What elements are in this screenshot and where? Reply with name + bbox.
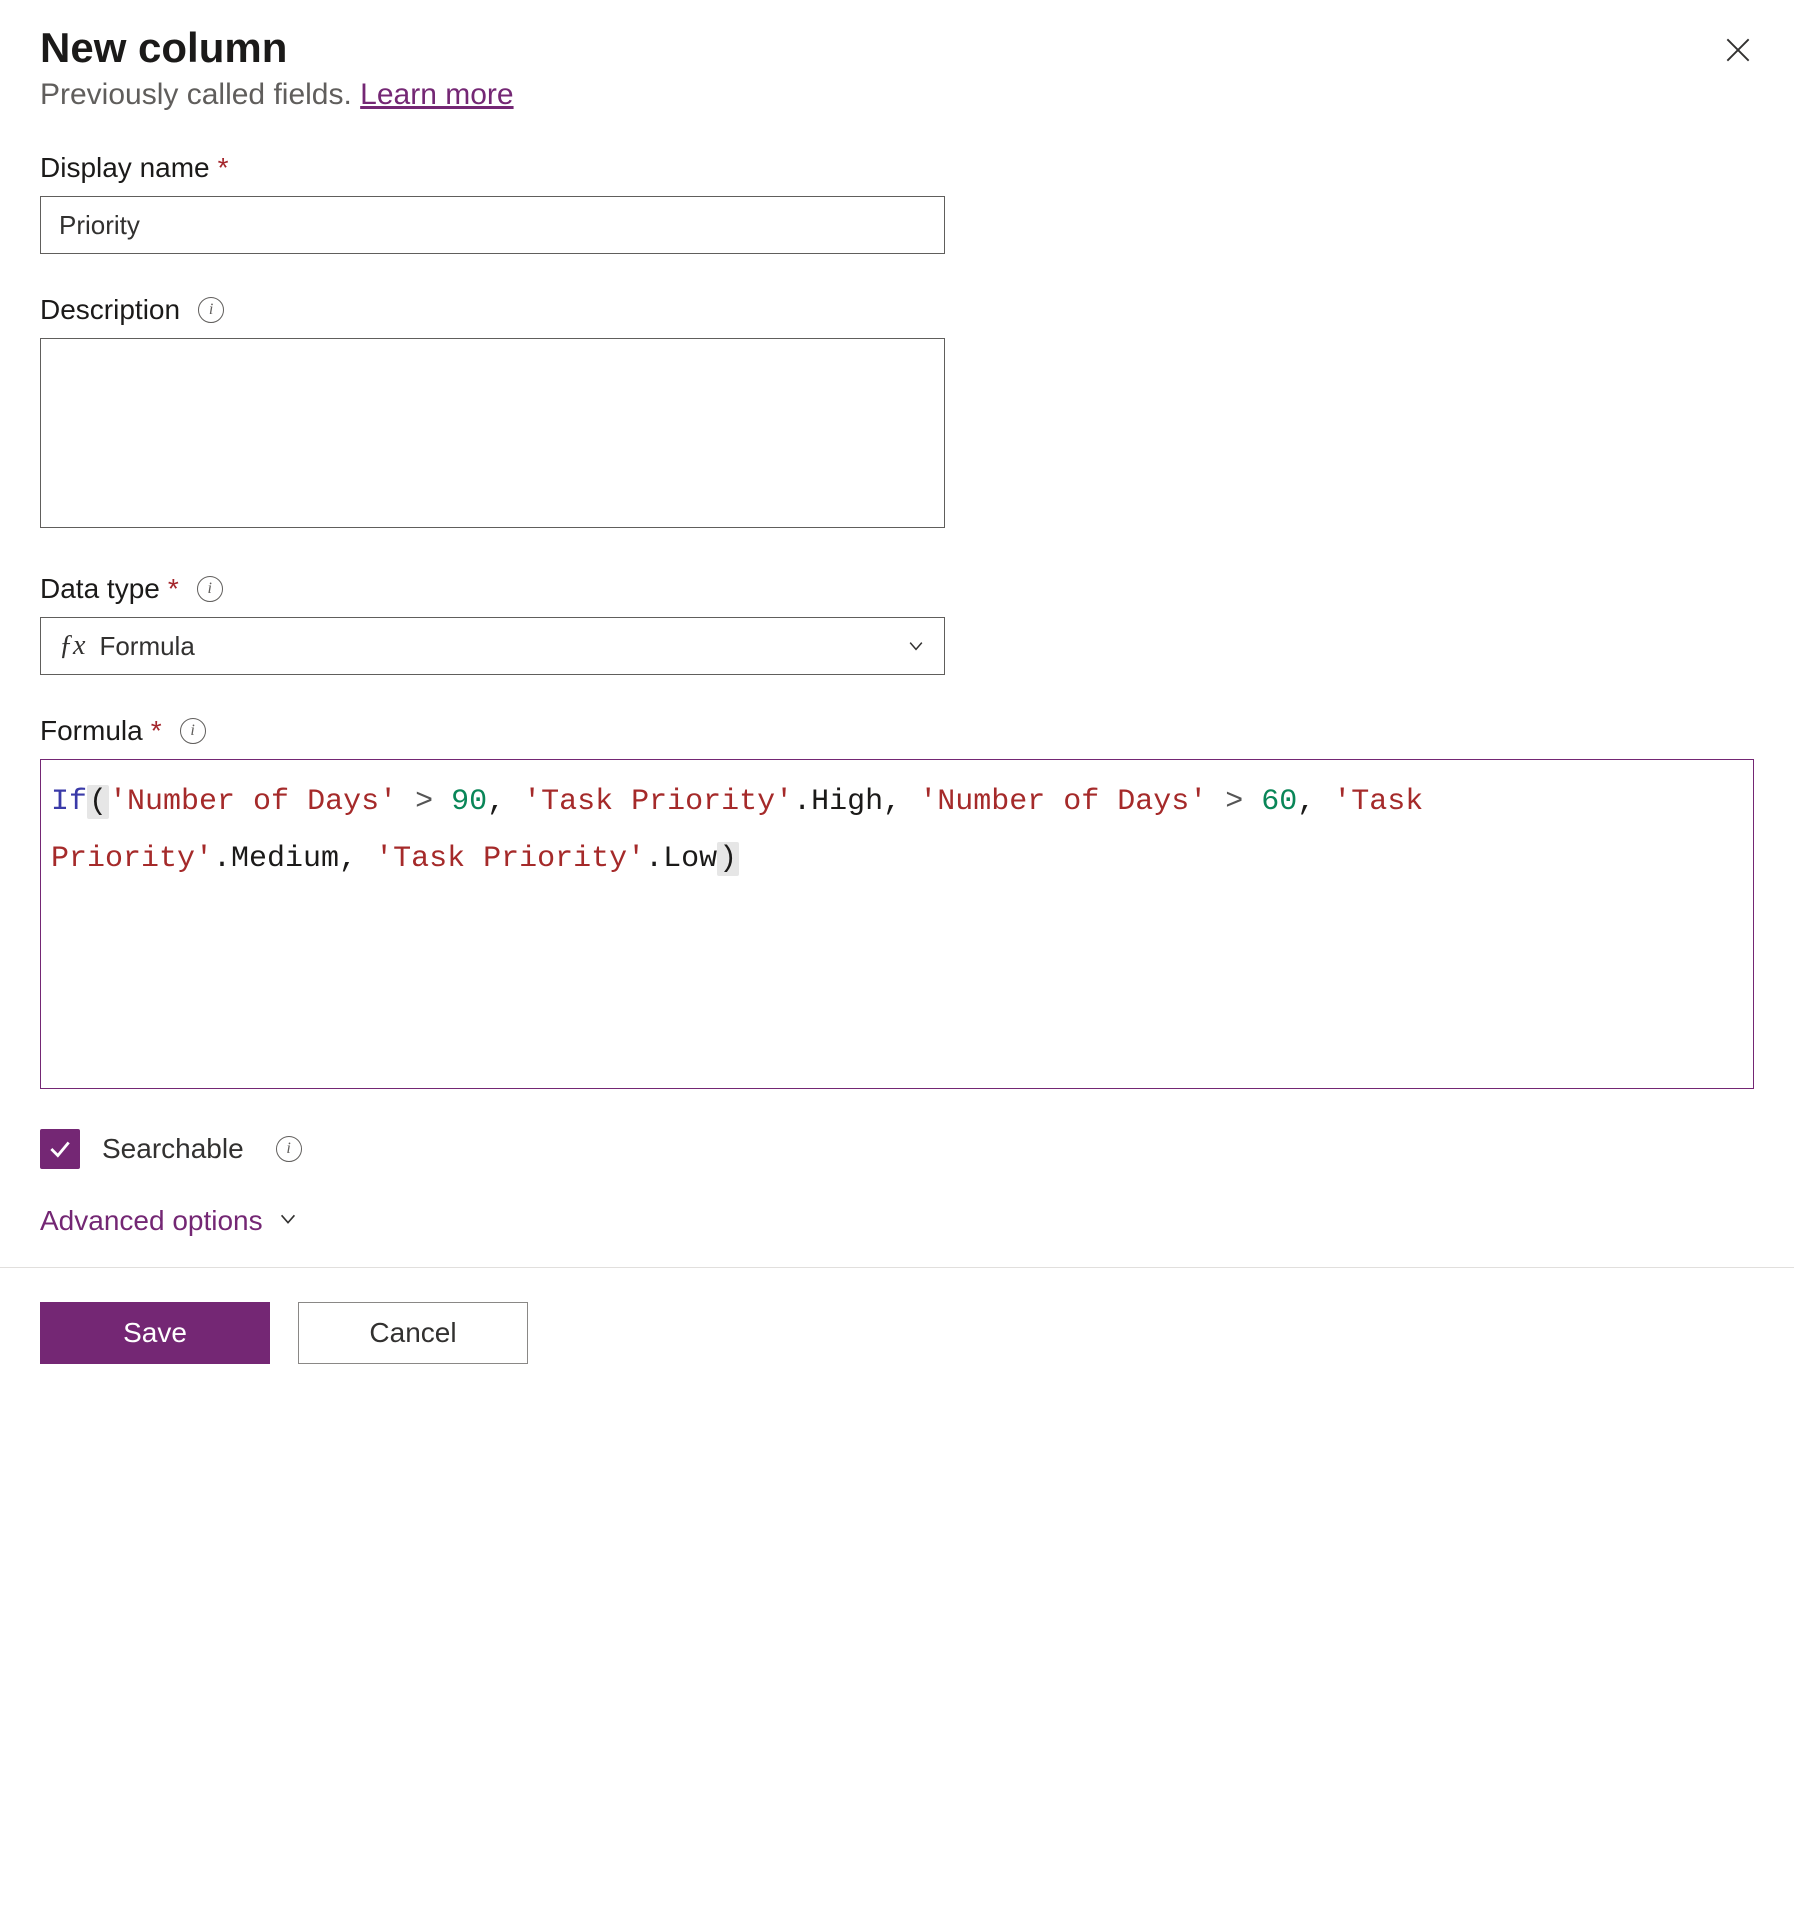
info-icon[interactable]: i bbox=[180, 718, 206, 744]
fx-icon: ƒx bbox=[59, 630, 85, 662]
advanced-options-toggle[interactable]: Advanced options bbox=[40, 1205, 1754, 1237]
formula-label: Formula * i bbox=[40, 715, 1754, 747]
tok-string: 'Task Priority' bbox=[523, 785, 793, 819]
cancel-button[interactable]: Cancel bbox=[298, 1302, 528, 1364]
panel-title: New column bbox=[40, 24, 287, 72]
tok-string: 'Number of Days' bbox=[919, 785, 1207, 819]
description-label: Description i bbox=[40, 294, 1754, 326]
close-icon[interactable] bbox=[1722, 24, 1754, 72]
tok-plain: , bbox=[1297, 785, 1333, 819]
data-type-value: Formula bbox=[99, 631, 194, 662]
required-asterisk: * bbox=[168, 573, 179, 605]
tok-paren: ) bbox=[717, 842, 739, 876]
new-column-panel: New column Previously called fields. Lea… bbox=[0, 0, 1794, 1404]
button-row: Save Cancel bbox=[40, 1302, 1754, 1364]
display-name-label-text: Display name bbox=[40, 152, 210, 184]
display-name-input[interactable] bbox=[40, 196, 945, 254]
display-name-label: Display name * bbox=[40, 152, 1754, 184]
data-type-label: Data type * i bbox=[40, 573, 1754, 605]
subtitle-text: Previously called fields. bbox=[40, 78, 360, 111]
tok-op: > bbox=[397, 785, 451, 819]
chevron-down-icon bbox=[906, 636, 926, 656]
tok-string: 'Number of Days' bbox=[109, 785, 397, 819]
tok-paren: ( bbox=[87, 785, 109, 819]
formula-label-text: Formula bbox=[40, 715, 143, 747]
learn-more-link[interactable]: Learn more bbox=[360, 78, 513, 111]
searchable-checkbox[interactable] bbox=[40, 1129, 80, 1169]
chevron-down-icon bbox=[277, 1205, 299, 1237]
info-icon[interactable]: i bbox=[276, 1136, 302, 1162]
data-type-field: Data type * i ƒx Formula bbox=[40, 573, 1754, 675]
searchable-row: Searchable i bbox=[40, 1129, 1754, 1169]
description-label-text: Description bbox=[40, 294, 180, 326]
advanced-options-label: Advanced options bbox=[40, 1205, 263, 1237]
tok-plain: .Medium, bbox=[213, 842, 375, 876]
tok-keyword: If bbox=[51, 785, 87, 819]
formula-editor[interactable]: If('Number of Days' > 90, 'Task Priority… bbox=[40, 759, 1754, 1089]
display-name-field: Display name * bbox=[40, 152, 1754, 254]
save-button[interactable]: Save bbox=[40, 1302, 270, 1364]
tok-number: 90 bbox=[451, 785, 487, 819]
info-icon[interactable]: i bbox=[198, 297, 224, 323]
formula-field: Formula * i If('Number of Days' > 90, 'T… bbox=[40, 715, 1754, 1089]
divider bbox=[0, 1267, 1794, 1268]
tok-string: 'Task Priority' bbox=[375, 842, 645, 876]
panel-subtitle: Previously called fields. Learn more bbox=[40, 78, 1754, 112]
tok-number: 60 bbox=[1261, 785, 1297, 819]
data-type-dropdown[interactable]: ƒx Formula bbox=[40, 617, 945, 675]
data-type-label-text: Data type bbox=[40, 573, 160, 605]
tok-op: > bbox=[1207, 785, 1261, 819]
tok-plain: .Low bbox=[645, 842, 717, 876]
tok-plain: .High, bbox=[793, 785, 919, 819]
required-asterisk: * bbox=[218, 152, 229, 184]
description-field: Description i bbox=[40, 294, 1754, 533]
description-input[interactable] bbox=[40, 338, 945, 528]
searchable-label: Searchable bbox=[102, 1133, 244, 1165]
tok-plain: , bbox=[487, 785, 523, 819]
info-icon[interactable]: i bbox=[197, 576, 223, 602]
required-asterisk: * bbox=[151, 715, 162, 747]
header-row: New column bbox=[40, 24, 1754, 72]
